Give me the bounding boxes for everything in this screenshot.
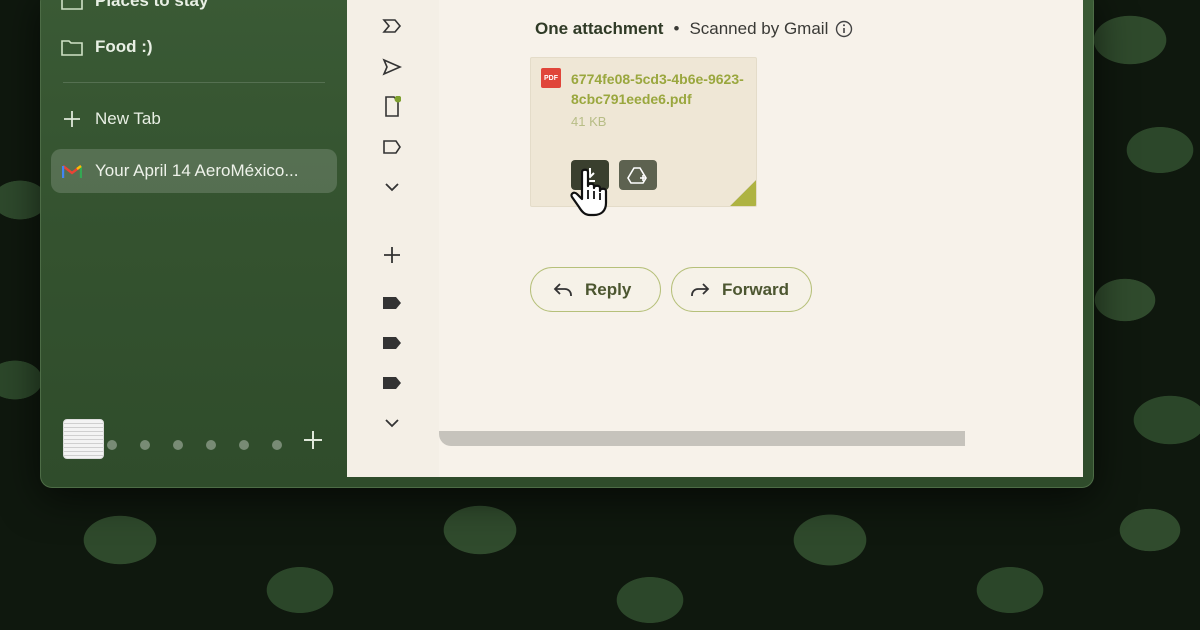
chevron-down-icon[interactable] bbox=[380, 411, 404, 435]
sidebar-bottom-bar bbox=[63, 419, 333, 459]
chevron-down-icon[interactable] bbox=[380, 175, 404, 199]
gmail-icon bbox=[61, 160, 83, 182]
label-icon[interactable] bbox=[380, 135, 404, 159]
attachment-size: 41 KB bbox=[571, 114, 607, 129]
folder-icon bbox=[61, 36, 83, 58]
add-label-icon[interactable] bbox=[380, 243, 404, 267]
sidebar-item-food[interactable]: Food :) bbox=[51, 25, 337, 69]
sidebar-item-label: Food :) bbox=[95, 37, 153, 56]
label-icon[interactable] bbox=[380, 371, 404, 395]
space-dot[interactable] bbox=[140, 440, 150, 450]
forward-icon bbox=[690, 282, 710, 297]
hand-cursor-icon bbox=[570, 168, 610, 218]
scan-status: Scanned by Gmail bbox=[689, 19, 829, 38]
send-icon[interactable] bbox=[380, 55, 404, 79]
add-space-icon[interactable] bbox=[303, 427, 323, 455]
sidebar-item-places-to-stay[interactable]: Places to stay bbox=[51, 0, 337, 23]
plus-icon bbox=[61, 108, 83, 130]
info-icon[interactable] bbox=[835, 20, 853, 38]
email-content: One attachment • Scanned by Gmail PDF 67… bbox=[439, 0, 1083, 477]
sidebar-item-gmail-tab[interactable]: Your April 14 AeroMéxico... bbox=[51, 149, 337, 193]
sidebar-item-label: New Tab bbox=[95, 109, 161, 128]
attachment-header: One attachment • Scanned by Gmail bbox=[535, 19, 853, 39]
horizontal-scrollbar[interactable] bbox=[439, 431, 965, 446]
space-thumbnail[interactable] bbox=[63, 419, 104, 459]
add-to-drive-icon bbox=[627, 166, 649, 184]
space-dot[interactable] bbox=[107, 440, 117, 450]
pdf-icon: PDF bbox=[541, 68, 561, 88]
folder-icon bbox=[61, 0, 83, 12]
gmail-nav-rail bbox=[347, 0, 439, 477]
save-to-drive-button[interactable] bbox=[619, 160, 657, 190]
browser-sidebar: Places to stay Food :) New Tab Your Apri… bbox=[41, 0, 347, 487]
separator: • bbox=[673, 19, 680, 38]
space-dot[interactable] bbox=[239, 440, 249, 450]
card-corner-accent bbox=[730, 180, 756, 206]
attachment-count: One attachment bbox=[535, 19, 664, 38]
space-dot[interactable] bbox=[173, 440, 183, 450]
browser-window: Places to stay Food :) New Tab Your Apri… bbox=[40, 0, 1094, 488]
reply-label: Reply bbox=[585, 279, 632, 299]
sidebar-divider bbox=[63, 82, 325, 83]
forward-button[interactable]: Forward bbox=[671, 267, 812, 312]
attachment-card[interactable]: PDF 6774fe08-5cd3-4b6e-9623-8cbc791eede6… bbox=[530, 57, 757, 207]
gmail-panel: One attachment • Scanned by Gmail PDF 67… bbox=[347, 0, 1083, 477]
reply-icon bbox=[553, 282, 573, 297]
sidebar-item-new-tab[interactable]: New Tab bbox=[51, 97, 337, 141]
attachment-filename: 6774fe08-5cd3-4b6e-9623-8cbc791eede6.pdf bbox=[571, 71, 744, 107]
important-icon[interactable] bbox=[380, 14, 404, 38]
label-icon[interactable] bbox=[380, 331, 404, 355]
label-icon[interactable] bbox=[380, 291, 404, 315]
space-dot[interactable] bbox=[206, 440, 216, 450]
space-dot[interactable] bbox=[272, 440, 282, 450]
forward-label: Forward bbox=[722, 279, 790, 299]
drafts-icon[interactable] bbox=[380, 95, 404, 119]
sidebar-item-label: Places to stay bbox=[95, 0, 209, 10]
reply-button[interactable]: Reply bbox=[530, 267, 661, 312]
sidebar-item-label: Your April 14 AeroMéxico... bbox=[95, 161, 299, 180]
